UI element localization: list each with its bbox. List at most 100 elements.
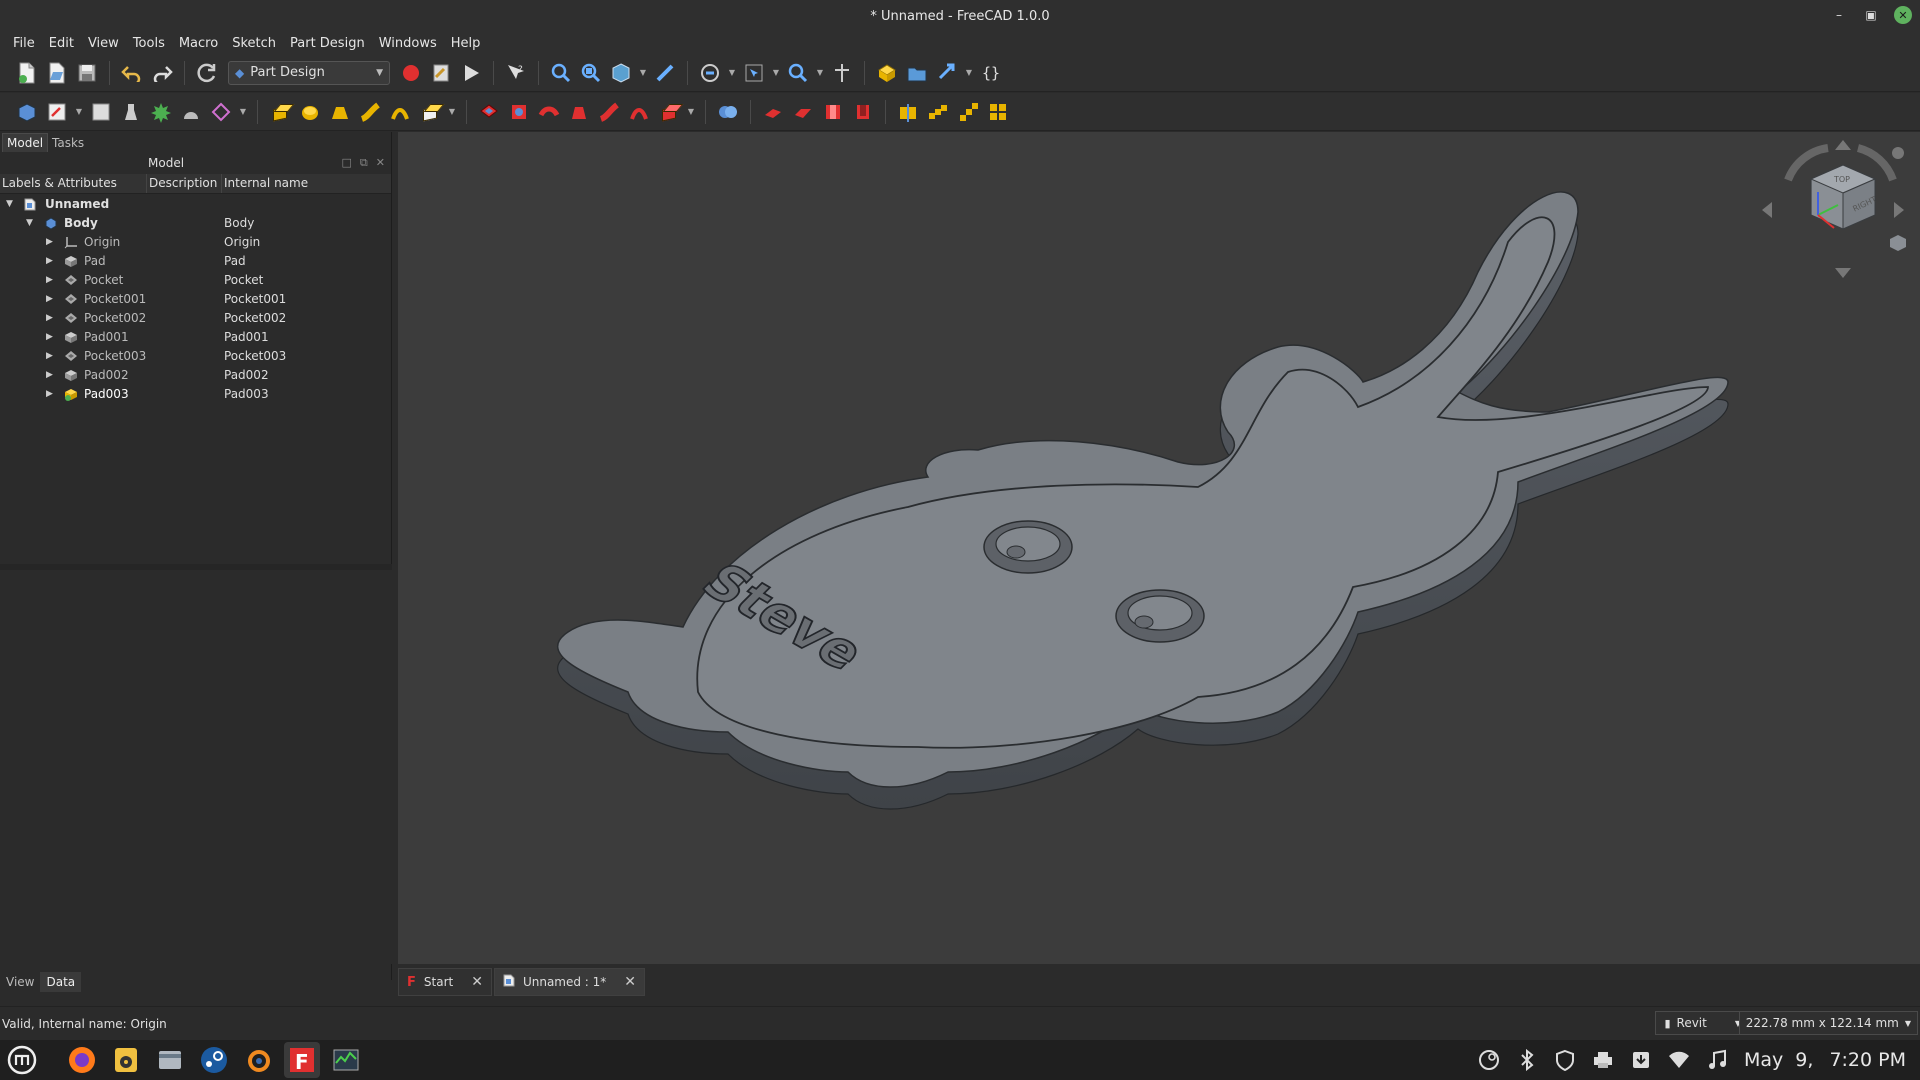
groove-icon[interactable]	[536, 99, 562, 125]
tree-row-pocket[interactable]: ▶ Pocket Pocket	[0, 270, 391, 289]
refresh-icon[interactable]	[194, 60, 220, 86]
files-icon[interactable]	[152, 1042, 188, 1078]
group-icon[interactable]	[904, 60, 930, 86]
navigation-style-button[interactable]: ▮ Revit ▼	[1655, 1011, 1750, 1035]
subtractive-pipe-icon[interactable]	[596, 99, 622, 125]
measure-icon[interactable]	[652, 60, 678, 86]
selection-filter-icon[interactable]	[741, 60, 767, 86]
save-document-icon[interactable]	[74, 60, 100, 86]
float-icon[interactable]: ⧉	[360, 156, 368, 170]
chevron-down-icon[interactable]: ▼	[238, 99, 248, 125]
polar-pattern-icon[interactable]	[955, 99, 981, 125]
menu-windows[interactable]: Windows	[372, 36, 444, 51]
shield-icon[interactable]	[1554, 1049, 1576, 1071]
tree-row-origin[interactable]: ▶ Origin Origin	[0, 232, 391, 251]
steam-icon[interactable]	[196, 1042, 232, 1078]
chevron-right-icon[interactable]: ▶	[46, 275, 56, 285]
execute-macro-icon[interactable]	[458, 60, 484, 86]
draft-icon[interactable]	[820, 99, 846, 125]
clipping-icon[interactable]	[829, 60, 855, 86]
chevron-down-icon[interactable]: ▼	[74, 99, 84, 125]
minimize-button[interactable]: –	[1830, 6, 1848, 24]
printer-icon[interactable]	[1592, 1049, 1614, 1071]
navigation-cube[interactable]: TOP RIGHT	[1758, 140, 1908, 283]
dimension-indicator[interactable]: 222.78 mm x 122.14 mm ▼	[1738, 1011, 1918, 1035]
tree-row-pad002[interactable]: ▶ Pad002 Pad002	[0, 365, 391, 384]
system-monitor-icon[interactable]	[328, 1042, 364, 1078]
chevron-right-icon[interactable]: ▶	[46, 237, 56, 247]
menu-part-design[interactable]: Part Design	[283, 36, 372, 51]
fit-all-icon[interactable]	[548, 60, 574, 86]
menu-help[interactable]: Help	[444, 36, 488, 51]
chevron-down-icon[interactable]: ▼	[964, 60, 974, 86]
draw-style-icon[interactable]	[697, 60, 723, 86]
create-sketch-icon[interactable]	[44, 99, 70, 125]
tree-row-pocket003[interactable]: ▶ Pocket003 Pocket003	[0, 346, 391, 365]
chevron-right-icon[interactable]: ▶	[46, 332, 56, 342]
thickness-icon[interactable]	[850, 99, 876, 125]
rhythmbox-icon[interactable]	[108, 1042, 144, 1078]
chevron-right-icon[interactable]: ▶	[46, 294, 56, 304]
tab-unnamed[interactable]: Unnamed : 1* ✕	[493, 968, 646, 996]
chamfer-icon[interactable]	[790, 99, 816, 125]
subtractive-helix-icon[interactable]	[626, 99, 652, 125]
column-internal-name[interactable]: Internal name	[222, 174, 390, 193]
additive-primitive-icon[interactable]	[417, 99, 443, 125]
right-eye-pocket[interactable]	[1115, 589, 1205, 643]
tree-row-body[interactable]: ▼ Body Body	[0, 213, 391, 232]
revolution-icon[interactable]	[297, 99, 323, 125]
undo-icon[interactable]	[119, 60, 145, 86]
tab-view[interactable]: View	[0, 972, 40, 992]
tab-start[interactable]: F Start ✕	[398, 968, 492, 996]
menu-icon[interactable]	[4, 1042, 40, 1078]
firefox-icon[interactable]	[64, 1042, 100, 1078]
chevron-down-icon[interactable]: ▼	[6, 199, 16, 209]
macros-icon[interactable]	[428, 60, 454, 86]
redo-icon[interactable]	[149, 60, 175, 86]
open-document-icon[interactable]	[44, 60, 70, 86]
part-icon[interactable]	[874, 60, 900, 86]
chevron-down-icon[interactable]: ▼	[638, 60, 648, 86]
boolean-icon[interactable]	[715, 99, 741, 125]
chevron-right-icon[interactable]: ▶	[46, 256, 56, 266]
isometric-view-icon[interactable]	[608, 60, 634, 86]
whats-this-icon[interactable]: ?	[503, 60, 529, 86]
tab-tasks[interactable]: Tasks	[48, 134, 88, 152]
bluetooth-icon[interactable]	[1516, 1049, 1538, 1071]
pocket-icon[interactable]	[476, 99, 502, 125]
workbench-selector[interactable]: ◆ Part Design ▼	[228, 60, 390, 85]
clock-time[interactable]: 7:20 PM	[1829, 1049, 1906, 1071]
chevron-right-icon[interactable]: ▶	[46, 351, 56, 361]
tree-row-pad[interactable]: ▶ Pad Pad	[0, 251, 391, 270]
linear-pattern-icon[interactable]	[925, 99, 951, 125]
bunny-keychain-model[interactable]: Steve	[398, 132, 1920, 964]
additive-helix-icon[interactable]	[387, 99, 413, 125]
chevron-down-icon[interactable]: ▼	[771, 60, 781, 86]
close-icon[interactable]: ✕	[376, 156, 385, 170]
maximize-button[interactable]: ▣	[1862, 6, 1880, 24]
validate-sketch-icon[interactable]	[88, 99, 114, 125]
menu-macro[interactable]: Macro	[172, 36, 225, 51]
chevron-right-icon[interactable]: ▶	[46, 313, 56, 323]
tree-row-unnamed[interactable]: ▼ Unnamed	[0, 194, 391, 213]
chevron-down-icon[interactable]: ▼	[815, 60, 825, 86]
column-description[interactable]: Description	[147, 174, 222, 193]
close-button[interactable]: ✕	[1894, 6, 1912, 24]
new-document-icon[interactable]	[14, 60, 40, 86]
tab-model[interactable]: Model	[2, 133, 49, 152]
chevron-down-icon[interactable]: ▼	[727, 60, 737, 86]
navcube-view-icon[interactable]	[1892, 147, 1904, 159]
column-labels[interactable]: Labels & Attributes	[0, 174, 147, 193]
subtractive-loft-icon[interactable]	[566, 99, 592, 125]
3d-viewport[interactable]: Steve TOP RIGHT	[398, 132, 1920, 964]
zoom-icon[interactable]	[785, 60, 811, 86]
wifi-icon[interactable]	[1668, 1049, 1690, 1071]
close-tab-icon[interactable]: ✕	[471, 974, 483, 990]
shape-binder-icon[interactable]	[118, 99, 144, 125]
record-macro-icon[interactable]	[398, 60, 424, 86]
fit-selection-icon[interactable]	[578, 60, 604, 86]
pad-icon[interactable]	[267, 99, 293, 125]
clone-icon[interactable]	[148, 99, 174, 125]
updates-icon[interactable]	[1630, 1049, 1652, 1071]
navcube-top-label[interactable]: TOP	[1833, 175, 1850, 184]
